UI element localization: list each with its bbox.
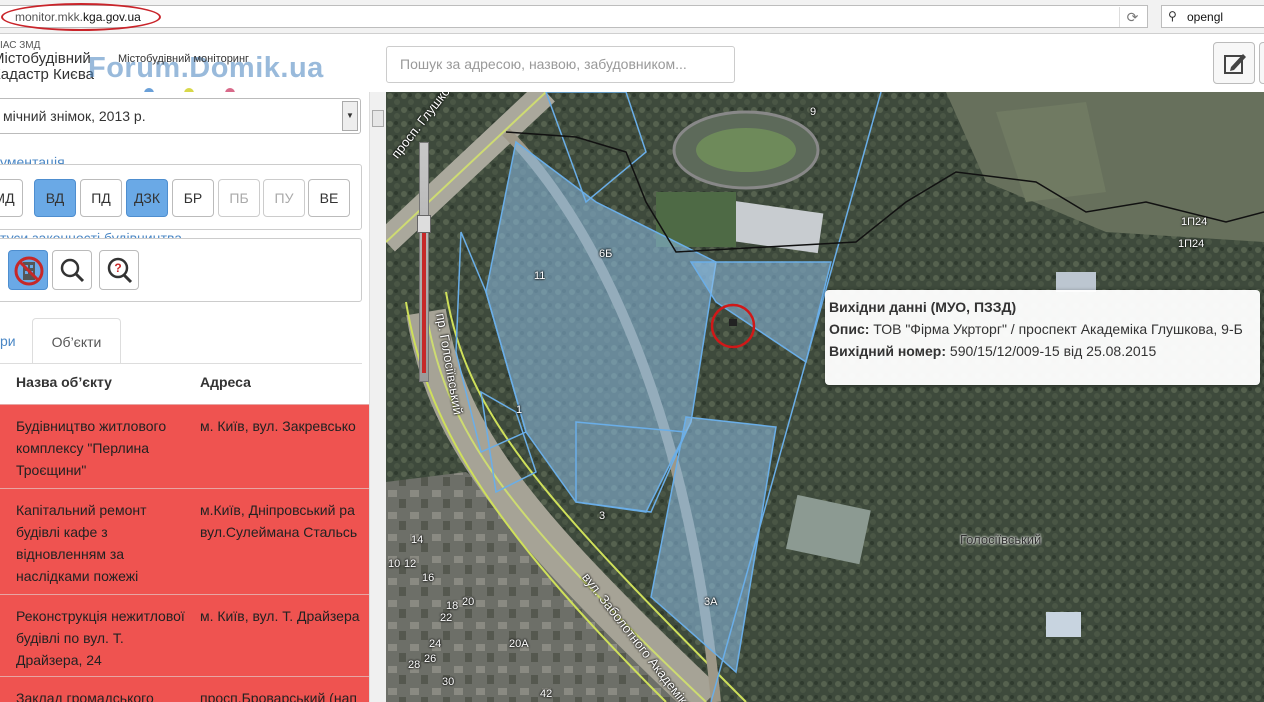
browser-toolbar: monitor.mkk.kga.gov.ua ⟳ ⚲ opengl — [0, 0, 1264, 34]
building-label: 20 — [462, 596, 475, 608]
url-highlight-circle — [1, 3, 161, 31]
row-address: м.Київ, Дніпровський ра вул.Сулеймана Ст… — [200, 502, 358, 540]
column-header-address[interactable]: Адреса — [200, 374, 251, 390]
popup-description: Опис: ТОВ "Фірма Укрторг" / проспект Ака… — [829, 318, 1256, 340]
logo-title-line1: Містобудівний — [0, 50, 91, 67]
row-name: Заклад громадського — [16, 690, 154, 702]
browser-search-box[interactable]: ⚲ opengl — [1161, 5, 1264, 28]
status-unknown-button[interactable]: ? — [99, 250, 139, 290]
table-row[interactable]: Будівництво житлового комплексу "Перлина… — [0, 404, 369, 488]
building-label: 28 — [408, 659, 421, 671]
address-search-input[interactable]: Пошук за адресою, назвою, забудовником..… — [386, 46, 735, 83]
building-label: 14 — [411, 534, 424, 546]
logo-title[interactable]: Містобудівний Кадастр Києва — [0, 51, 94, 83]
row-name: Реконструкція нежитлової будівлі по вул.… — [16, 608, 185, 668]
building-label: 12 — [404, 558, 417, 570]
row-address: м. Київ, вул. Т. Драйзера — [200, 608, 360, 624]
reload-icon[interactable]: ⟳ — [1119, 7, 1145, 27]
table-row[interactable]: Заклад громадського просп.Броварський (н… — [0, 676, 369, 702]
chevron-down-icon[interactable]: ▼ — [342, 101, 358, 131]
edit-button[interactable] — [1213, 42, 1255, 84]
layer-select[interactable]: мічний знімок, 2013 р. ▼ — [0, 98, 361, 134]
row-name: Будівництво житлового комплексу "Перлина… — [16, 418, 167, 478]
sidebar: мічний знімок, 2013 р. ▼ ументація МД ВД… — [0, 92, 386, 702]
parcel-label: 1П24 — [1178, 238, 1205, 250]
tab-other[interactable]: ри — [0, 318, 20, 364]
building-label: 30 — [442, 676, 455, 688]
parcel-label: 3 — [599, 510, 606, 522]
search-icon: ⚲ — [1168, 9, 1177, 23]
district-label: Голосіївський — [960, 532, 1042, 547]
docs-group: МД ВД ПД ДЗК БР ПБ ПУ ВЕ — [0, 164, 362, 230]
layer-select-value: мічний знімок, 2013 р. — [3, 108, 146, 124]
satellite-map — [386, 92, 1264, 702]
parcel-label: 1П24 — [1181, 216, 1208, 228]
status-inspect-button[interactable] — [52, 250, 92, 290]
building-label: 24 — [429, 638, 442, 650]
zoom-handle[interactable] — [417, 215, 431, 233]
svg-text:?: ? — [114, 261, 121, 275]
question-magnifier-icon: ? — [107, 257, 133, 284]
doc-button-md[interactable]: МД — [0, 179, 23, 217]
map-view[interactable]: просп. Глушкова Академіка пр. Голосіївсь… — [386, 92, 1264, 702]
building-label: 42 — [540, 688, 553, 700]
scroll-up-icon[interactable] — [372, 110, 384, 127]
logo-subtitle: Містобудівний моніторинг — [118, 53, 250, 65]
popup-heading: Вихідни данні (МУО, ПЗЗД) — [829, 299, 1017, 315]
popup-num-label: Вихідний номер: — [829, 343, 947, 359]
tab-objects[interactable]: Об’єкти — [32, 318, 121, 364]
popup-desc-label: Опис: — [829, 321, 870, 337]
doc-button-dzk[interactable]: ДЗК — [126, 179, 168, 217]
table-row[interactable]: Капітальний ремонт будівлі кафе з віднов… — [0, 488, 369, 594]
extra-button[interactable] — [1259, 42, 1264, 84]
doc-button-br[interactable]: БР — [172, 179, 214, 217]
parcel-label: 6Б — [599, 248, 613, 260]
popup-desc-value: ТОВ "Фірма Укрторг" / проспект Академіка… — [873, 321, 1243, 337]
row-address: просп.Броварський (нап — [200, 690, 357, 702]
building-label: 10 — [388, 558, 401, 570]
tabs-divider — [0, 363, 362, 364]
sidebar-scrollbar[interactable] — [369, 92, 386, 702]
building-label: 22 — [440, 612, 453, 624]
parcel-label: 3А — [704, 596, 718, 608]
address-bar[interactable]: monitor.mkk.kga.gov.ua ⟳ — [0, 5, 1148, 28]
no-building-icon — [14, 256, 44, 286]
parcel-label: 1 — [516, 404, 523, 416]
doc-button-pu[interactable]: ПУ — [263, 179, 305, 217]
column-header-name[interactable]: Назва об’єкту — [16, 374, 112, 390]
popup-number: Вихідний номер: 590/15/12/009-15 від 25.… — [829, 340, 1256, 362]
logo-title-line2: Кадастр Києва — [0, 66, 94, 83]
edit-icon — [1224, 54, 1246, 74]
status-illegal-button[interactable] — [8, 250, 48, 290]
doc-button-ve[interactable]: ВЕ — [308, 179, 350, 217]
building-label: 16 — [422, 572, 435, 584]
doc-button-pd[interactable]: ПД — [80, 179, 122, 217]
zoom-slider[interactable] — [417, 142, 431, 382]
browser-search-query: opengl — [1187, 10, 1224, 24]
zoom-level-fill — [422, 223, 426, 373]
popup-num-value: 590/15/12/009-15 від 25.08.2015 — [949, 343, 1157, 359]
doc-button-pb[interactable]: ПБ — [218, 179, 260, 217]
row-name: Капітальний ремонт будівлі кафе з віднов… — [16, 502, 147, 584]
parcel-label: 9 — [810, 106, 817, 118]
parcel-info-popup: Вихідни данні (МУО, ПЗЗД) Опис: ТОВ "Фір… — [825, 290, 1260, 385]
row-address: м. Київ, вул. Закревсько — [200, 418, 356, 434]
building-label: 20А — [509, 638, 529, 650]
table-row[interactable]: Реконструкція нежитлової будівлі по вул.… — [0, 594, 369, 676]
app-header: ІАС ЗМД Містобудівний Кадастр Києва Foru… — [0, 34, 1264, 98]
building-label: 18 — [446, 600, 459, 612]
magnifier-icon — [60, 258, 85, 283]
parcel-label: 11 — [534, 270, 546, 282]
doc-button-vd[interactable]: ВД — [34, 179, 76, 217]
building-label: 26 — [424, 653, 437, 665]
